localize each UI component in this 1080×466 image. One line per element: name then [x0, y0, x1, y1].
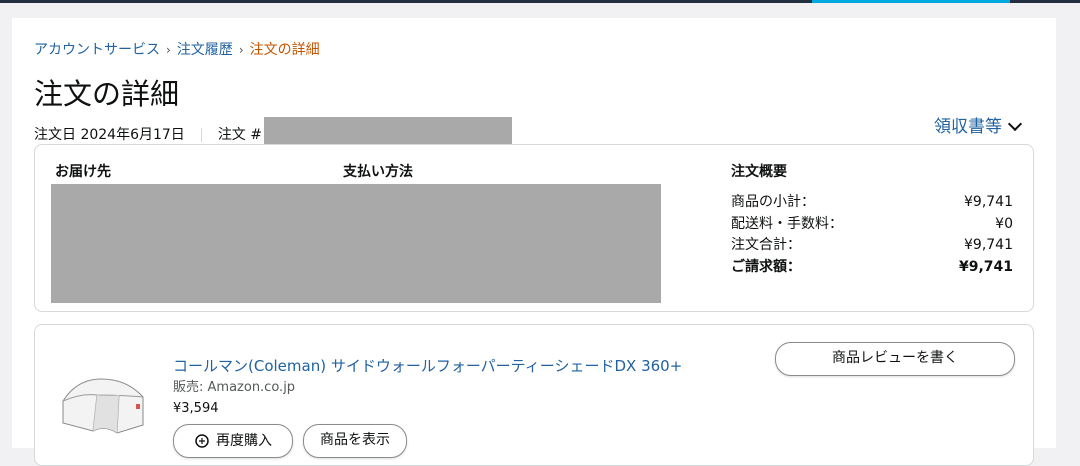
order-number-label: 注文 #: [217, 126, 262, 143]
view-product-button[interactable]: 商品を表示: [303, 424, 407, 458]
product-thumbnail[interactable]: [57, 367, 149, 439]
payment-method-header: 支払い方法: [343, 164, 413, 180]
summary-label: 配送料・手数料：: [731, 216, 843, 232]
summary-value: ¥0: [995, 216, 1013, 232]
shipping-address-header: お届け先: [55, 164, 111, 180]
rebuy-icon: [195, 434, 209, 448]
order-summary-box: お届け先 支払い方法 注文概要 商品の小計： ¥9,741 配送料・手数料： ¥…: [34, 144, 1034, 312]
breadcrumb-order-history[interactable]: 注文履歴: [177, 42, 233, 58]
breadcrumb-current: 注文の詳細: [249, 42, 320, 58]
summary-label: ご請求額：: [731, 259, 801, 275]
order-date: 注文日 2024年6月17日: [34, 126, 185, 143]
breadcrumb-separator: ›: [238, 43, 244, 57]
summary-label: 注文合計：: [731, 237, 801, 253]
address-payment-redacted: [51, 184, 661, 303]
breadcrumb: アカウントサービス › 注文履歴 › 注文の詳細: [34, 41, 320, 59]
summary-value: ¥9,741: [964, 237, 1013, 253]
breadcrumb-separator: ›: [166, 43, 171, 57]
buy-again-button[interactable]: 再度購入: [173, 424, 293, 458]
product-price: ¥3,594: [173, 401, 219, 416]
write-review-button[interactable]: 商品レビューを書く: [775, 342, 1015, 376]
receipts-label: 領収書等: [934, 117, 1002, 137]
page-title: 注文の詳細: [34, 77, 180, 111]
summary-row-billed-amount: ご請求額： ¥9,741: [731, 258, 1013, 276]
order-item-box: コールマン(Coleman) サイドウォールフォーパーティーシェードDX 360…: [34, 324, 1034, 466]
summary-label: 商品の小計：: [731, 194, 815, 210]
order-summary-header: 注文概要: [731, 164, 787, 180]
summary-row-subtotal: 商品の小計： ¥9,741: [731, 193, 1013, 211]
top-nav-accent: [812, 0, 1010, 3]
product-seller: 販売: Amazon.co.jp: [173, 380, 296, 395]
chevron-down-icon: [1007, 116, 1023, 132]
summary-value: ¥9,741: [958, 259, 1013, 275]
receipts-dropdown[interactable]: 領収書等: [934, 115, 1023, 139]
summary-row-shipping: 配送料・手数料： ¥0: [731, 215, 1013, 233]
product-title-link[interactable]: コールマン(Coleman) サイドウォールフォーパーティーシェードDX 360…: [173, 356, 682, 376]
buy-again-label: 再度購入: [216, 433, 272, 449]
summary-value: ¥9,741: [964, 194, 1013, 210]
breadcrumb-account-services[interactable]: アカウントサービス: [34, 42, 160, 58]
meta-divider: [200, 127, 202, 142]
summary-row-order-total: 注文合計： ¥9,741: [731, 236, 1013, 254]
